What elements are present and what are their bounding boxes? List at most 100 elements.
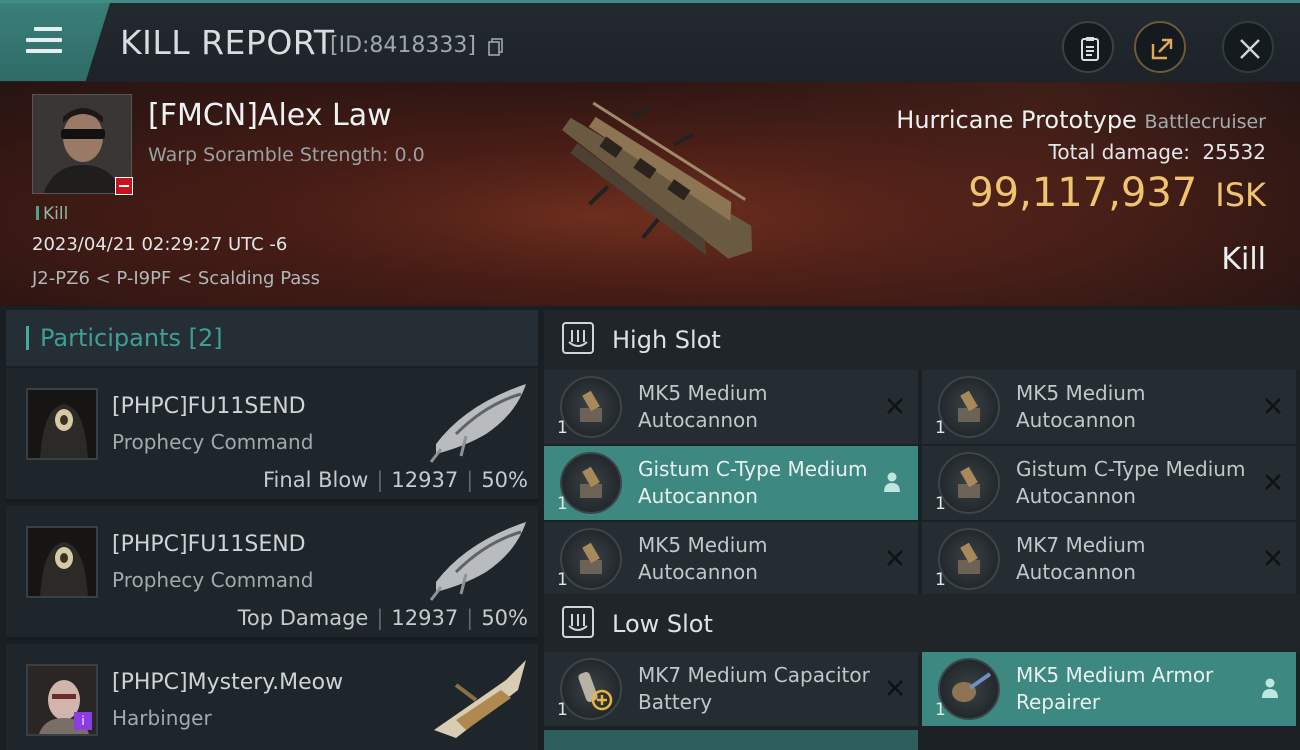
total-damage-value: 25532: [1202, 140, 1266, 164]
high-slot-header: High Slot: [544, 310, 1300, 370]
participants-panel: Participants [2] [PHPC]FU11SEND Prophecy…: [6, 310, 538, 750]
module-item[interactable]: 1 MK7 Medium Autocannon: [922, 522, 1296, 596]
share-button[interactable]: [1134, 21, 1186, 73]
module-name: MK5 Medium Autocannon: [638, 381, 768, 432]
participant-ship: Prophecy Command: [112, 568, 314, 592]
dropped-person-icon: [884, 472, 900, 492]
clipboard-button[interactable]: [1062, 21, 1114, 73]
participant-name: [PHPC]Mystery.Meow: [112, 670, 344, 695]
module-quantity: 1: [935, 570, 946, 590]
low-slot-header: Low Slot: [544, 594, 1300, 654]
kill-tag: Kill: [36, 204, 68, 224]
dropped-person-icon: [1262, 678, 1278, 698]
armor-repairer-icon: [938, 658, 1000, 720]
clipboard-icon: [1081, 37, 1099, 61]
destroyed-icon: [887, 398, 903, 414]
isk-value: 99,117,937 ISK: [968, 170, 1266, 216]
participants-header: Participants [2]: [6, 310, 538, 366]
high-slot-title: High Slot: [612, 326, 721, 354]
header-bar: KILL REPORT [ID:8418333]: [0, 0, 1300, 82]
participant-row[interactable]: [PHPC]FU11SEND Prophecy Command Final Bl…: [6, 368, 538, 502]
menu-button[interactable]: [0, 3, 110, 81]
autocannon-icon: [938, 376, 1000, 438]
info-badge: i: [74, 712, 92, 730]
module-quantity: 1: [557, 700, 568, 720]
ship-class: Battlecruiser: [1144, 111, 1266, 133]
participant-row[interactable]: i [PHPC]Mystery.Meow Harbinger: [6, 644, 538, 750]
high-slot-icon: [562, 322, 594, 354]
participant-ship: Harbinger: [112, 706, 212, 730]
warp-scramble-strength: Warp Soramble Strength: 0.0: [148, 144, 425, 166]
module-quantity: 1: [557, 418, 568, 438]
capacitor-battery-icon: [560, 658, 622, 720]
module-item[interactable]: 1 Gistum C-Type Medium Autocannon: [544, 446, 918, 520]
destroyed-icon: [887, 680, 903, 696]
module-name: MK5 Medium Armor Repairer: [1016, 663, 1214, 714]
autocannon-icon: [560, 452, 622, 514]
isk-amount: 99,117,937: [968, 170, 1198, 216]
participant-role: Final Blow: [263, 468, 369, 492]
participant-percent: 50%: [481, 606, 528, 630]
participant-stats: Top Damage | 12937 | 50%: [237, 606, 528, 630]
participant-damage: 12937: [391, 468, 459, 492]
autocannon-icon: [560, 528, 622, 590]
participant-row[interactable]: [PHPC]FU11SEND Prophecy Command Top Dama…: [6, 506, 538, 640]
participants-title: Participants [2]: [40, 324, 223, 352]
participant-damage: 12937: [391, 606, 459, 630]
low-slot-title: Low Slot: [612, 610, 713, 638]
participant-name: [PHPC]FU11SEND: [112, 532, 306, 557]
fitting-panel: High Slot 1 MK5 Medium Autocannon 1 MK5 …: [544, 310, 1300, 750]
destroyed-icon: [1265, 550, 1281, 566]
victim-ship-image[interactable]: [525, 84, 785, 294]
module-item[interactable]: 1 MK5 Medium Autocannon: [544, 370, 918, 444]
module-name: Gistum C-Type Medium Autocannon: [638, 457, 868, 508]
autocannon-icon: [938, 528, 1000, 590]
hostile-status-icon: [115, 177, 133, 195]
destroyed-icon: [887, 550, 903, 566]
victim-ship-name[interactable]: Hurricane Prototype Battlecruiser: [896, 106, 1266, 134]
module-item[interactable]: 1 MK5 Medium Armor Repairer: [922, 652, 1296, 726]
header-accent-bar: [26, 326, 29, 350]
module-quantity: 1: [557, 494, 568, 514]
autocannon-icon: [560, 376, 622, 438]
autocannon-icon: [938, 452, 1000, 514]
participant-ship-image: [429, 522, 526, 601]
participant-stats: Final Blow | 12937 | 50%: [263, 468, 528, 492]
destroyed-icon: [1265, 474, 1281, 490]
module-name: Gistum C-Type Medium Autocannon: [1016, 457, 1246, 508]
total-damage-label: Total damage:: [1048, 140, 1191, 164]
victim-name[interactable]: [FMCN]Alex Law: [148, 98, 392, 133]
module-item[interactable]: 1 MK5 Medium Autocannon: [544, 522, 918, 596]
module-item[interactable]: 1 MK7 Medium Capacitor Battery: [544, 652, 918, 726]
module-name: MK7 Medium Capacitor Battery: [638, 663, 870, 714]
module-quantity: 1: [935, 418, 946, 438]
destroyed-icon: [1265, 398, 1281, 414]
module-quantity: 1: [557, 570, 568, 590]
page-title: KILL REPORT: [120, 23, 335, 62]
module-item[interactable]: 1 MK5 Medium Autocannon: [922, 370, 1296, 444]
close-button[interactable]: [1222, 21, 1274, 73]
participant-name: [PHPC]FU11SEND: [112, 394, 306, 419]
module-quantity: 1: [935, 494, 946, 514]
module-name: MK5 Medium Autocannon: [1016, 381, 1146, 432]
module-name: MK5 Medium Autocannon: [638, 533, 768, 584]
participant-ship: Prophecy Command: [112, 430, 314, 454]
participant-percent: 50%: [481, 468, 528, 492]
low-slot-icon: [562, 606, 594, 638]
share-icon: [1151, 38, 1173, 60]
close-icon: [1240, 39, 1260, 59]
menu-icon: [26, 27, 62, 55]
module-item[interactable]: 1 Gistum C-Type Medium Autocannon: [922, 446, 1296, 520]
module-item-partial[interactable]: [544, 730, 918, 750]
report-id: [ID:8418333]: [330, 33, 476, 58]
ship-name-text: Hurricane Prototype: [896, 106, 1137, 134]
kill-datetime: 2023/04/21 02:29:27 UTC -6: [32, 234, 288, 255]
module-quantity: 1: [935, 700, 946, 720]
module-name: MK7 Medium Autocannon: [1016, 533, 1146, 584]
participant-avatar[interactable]: [26, 388, 98, 460]
copy-icon[interactable]: [488, 38, 504, 56]
total-damage: Total damage: 25532: [1049, 140, 1266, 164]
victim-banner: [FMCN]Alex Law Warp Soramble Strength: 0…: [0, 82, 1300, 306]
participant-avatar[interactable]: [26, 526, 98, 598]
participant-role: Top Damage: [237, 606, 369, 630]
